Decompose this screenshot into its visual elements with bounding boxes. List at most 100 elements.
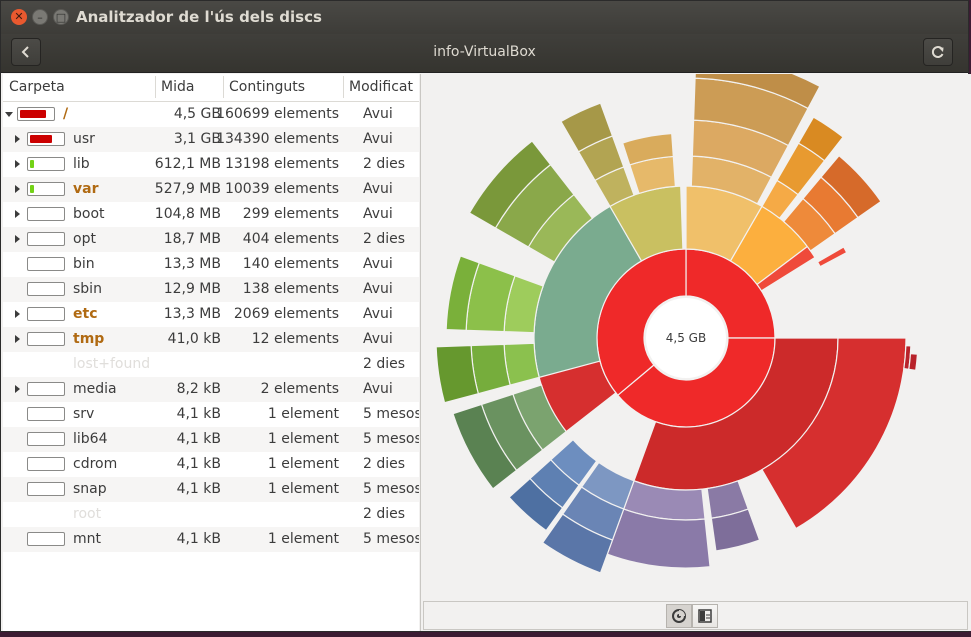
folder-row-etc[interactable]: etc 13,3 MB 2069 elements Avui (3, 302, 419, 327)
usage-bar (27, 257, 65, 271)
column-header-folder[interactable]: Carpeta (9, 79, 65, 95)
rings-chart-icon (672, 609, 686, 623)
expander-open-icon[interactable] (5, 112, 13, 117)
folder-size: 41,0 kB (167, 331, 221, 347)
folder-row-var[interactable]: var 527,9 MB 10039 elements Avui (3, 177, 419, 202)
expander-closed-icon[interactable] (15, 235, 20, 243)
usage-bar (27, 457, 65, 471)
folder-row-mnt[interactable]: mnt 4,1 kB 1 element 5 mesos (3, 527, 419, 552)
view-switcher-bar (420, 601, 971, 631)
folder-name: var (73, 181, 99, 197)
folder-row-bin[interactable]: bin 13,3 MB 140 elements Avui (3, 252, 419, 277)
treemap-chart-icon (698, 609, 712, 623)
folder-name: usr (73, 131, 95, 147)
folder-name: / (63, 106, 69, 122)
folder-contents: 160699 elements (216, 106, 339, 122)
rings-view-button[interactable] (666, 604, 692, 628)
folder-contents: 138 elements (242, 281, 339, 297)
folder-row-tmp[interactable]: tmp 41,0 kB 12 elements Avui (3, 327, 419, 352)
expander-closed-icon[interactable] (15, 135, 20, 143)
ring-segment[interactable] (435, 344, 480, 404)
chart-center-label: 4,5 GB (666, 331, 706, 345)
expander-closed-icon[interactable] (15, 385, 20, 393)
folder-contents: 13198 elements (224, 156, 339, 172)
folder-name: media (73, 381, 117, 397)
folder-row-lib[interactable]: lib 612,1 MB 13198 elements 2 dies (3, 152, 419, 177)
folder-row-root[interactable]: root 2 dies (3, 502, 419, 527)
folder-name: snap (73, 481, 107, 497)
folder-row-lostfound[interactable]: lost+found 2 dies (3, 352, 419, 377)
folder-row-usr[interactable]: usr 3,1 GB 134390 elements Avui (3, 127, 419, 152)
folder-row-[interactable]: / 4,5 GB 160699 elements Avui (3, 102, 419, 127)
ring-segment[interactable] (908, 353, 919, 371)
usage-bar (27, 232, 65, 246)
expander-closed-icon[interactable] (15, 210, 20, 218)
folder-size: 4,1 kB (176, 406, 221, 422)
usage-bar (27, 482, 65, 496)
folder-contents: 404 elements (242, 231, 339, 247)
expander-closed-icon[interactable] (15, 335, 20, 343)
expander-closed-icon[interactable] (15, 310, 20, 318)
folder-modified: Avui (363, 181, 393, 197)
folder-size: 4,5 GB (173, 106, 221, 122)
folder-modified: Avui (363, 331, 393, 347)
folder-contents: 140 elements (242, 256, 339, 272)
rings-chart-pane[interactable]: 4,5 GB (420, 52, 971, 601)
maximize-icon[interactable]: □ (53, 9, 69, 25)
folder-size: 4,1 kB (176, 431, 221, 447)
folder-contents: 1 element (267, 431, 339, 447)
folder-size: 612,1 MB (154, 156, 221, 172)
folder-row-media[interactable]: media 8,2 kB 2 elements Avui (3, 377, 419, 402)
folder-modified: 5 mesos (363, 481, 419, 497)
column-separator (223, 76, 224, 98)
folder-contents: 1 element (267, 456, 339, 472)
folder-row-srv[interactable]: srv 4,1 kB 1 element 5 mesos (3, 402, 419, 427)
usage-bar (27, 382, 65, 396)
ring-segment[interactable] (503, 342, 540, 386)
folder-modified: Avui (363, 256, 393, 272)
folder-row-sbin[interactable]: sbin 12,9 MB 138 elements Avui (3, 277, 419, 302)
usage-bar-fill (30, 185, 34, 193)
column-header-modified[interactable]: Modificat (349, 79, 413, 95)
folder-name: opt (73, 231, 96, 247)
folder-tree[interactable]: Carpeta Mida Continguts Modificat / 4,5 G… (3, 74, 419, 631)
folder-row-lib64[interactable]: lib64 4,1 kB 1 element 5 mesos (3, 427, 419, 452)
folder-name: mnt (73, 531, 101, 547)
folder-size: 4,1 kB (176, 456, 221, 472)
view-switcher-frame (423, 601, 968, 630)
column-header-contents[interactable]: Continguts (229, 79, 305, 95)
folder-row-boot[interactable]: boot 104,8 MB 299 elements Avui (3, 202, 419, 227)
column-header-size[interactable]: Mida (161, 79, 194, 95)
treemap-view-button[interactable] (692, 604, 718, 628)
rings-chart[interactable]: 4,5 GB (421, 52, 971, 601)
folder-modified: 2 dies (363, 456, 406, 472)
folder-name: root (73, 506, 102, 522)
folder-contents: 1 element (267, 531, 339, 547)
folder-modified: Avui (363, 106, 393, 122)
usage-bar-fill (30, 135, 53, 143)
refresh-button[interactable] (923, 38, 953, 66)
folder-name: etc (73, 306, 98, 322)
folder-modified: Avui (363, 206, 393, 222)
folder-name: tmp (73, 331, 105, 347)
expander-closed-icon[interactable] (15, 160, 20, 168)
folder-modified: 2 dies (363, 356, 406, 372)
expander-closed-icon[interactable] (15, 185, 20, 193)
minimize-icon[interactable]: – (32, 9, 48, 25)
column-header: Carpeta Mida Continguts Modificat (3, 74, 419, 102)
refresh-icon (932, 46, 944, 58)
folder-row-opt[interactable]: opt 18,7 MB 404 elements 2 dies (3, 227, 419, 252)
usage-bar (27, 407, 65, 421)
usage-bar (27, 432, 65, 446)
folder-contents: 2069 elements (233, 306, 339, 322)
folder-row-cdrom[interactable]: cdrom 4,1 kB 1 element 2 dies (3, 452, 419, 477)
ring-segment[interactable] (816, 246, 848, 268)
usage-bar (27, 157, 65, 171)
location-title: info-VirtualBox (433, 44, 536, 60)
folder-row-snap[interactable]: snap 4,1 kB 1 element 5 mesos (3, 477, 419, 502)
usage-bar (27, 282, 65, 296)
usage-bar-fill (30, 160, 35, 168)
close-icon[interactable]: ✕ (11, 9, 27, 25)
folder-size: 104,8 MB (154, 206, 221, 222)
usage-bar-fill (20, 110, 47, 118)
